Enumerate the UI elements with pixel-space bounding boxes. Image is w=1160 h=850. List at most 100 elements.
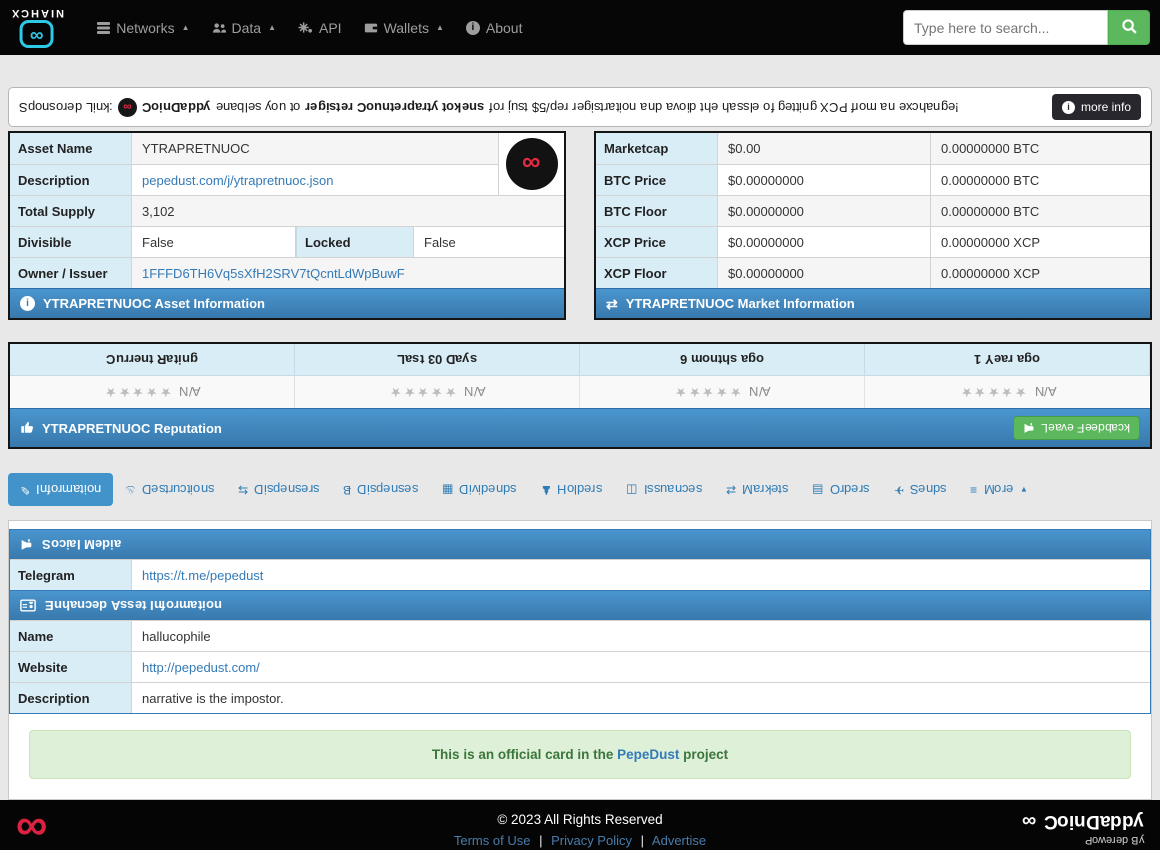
brand-text: XCHAIN [10,7,64,18]
tab-holders[interactable]: ♟Holders [529,473,615,506]
table-row: Divisible False Locked False [10,226,564,257]
bank-icon: ◫ [626,484,637,496]
brand-logo[interactable]: XCHAIN ∞ [10,7,64,48]
more-info-button[interactable]: i more info [1052,94,1141,120]
table-row: XCP Price $0.00000000 0.00000000 XCP [596,226,1150,257]
description-value: narrative is the impostor. [132,683,1150,713]
search-button[interactable] [1108,10,1150,45]
coindaddy-icon: ∞ [522,151,541,177]
tab-information[interactable]: ✎Information [8,473,113,506]
tab-destructions[interactable]: ♨Destructions [113,473,226,506]
usd-value: $0.00 [718,133,931,164]
page: XCHAIN ∞ Networks ▲ Data ▲ API Wallets ▲ [0,0,1160,850]
star-rating-icon: ★★★★★ [103,384,171,399]
users-icon [212,22,226,34]
advertise-link[interactable]: Advertise [652,833,706,848]
thumbs-up-icon [20,420,34,437]
enhanced-info-header: Enhanced Asset Information [10,591,1150,620]
main-content: Sponsored Link: ∞ CoinDaddy enables you … [0,55,1160,800]
nav-item-networks[interactable]: Networks ▲ [86,11,200,45]
search-box [903,10,1150,45]
paperclip-icon: ✎ [20,484,30,496]
terms-of-use-link[interactable]: Terms of Use [454,833,531,848]
official-card-text: This is an official card in the [432,747,614,762]
market-info-panel: Marketcap $0.00 0.00000000 BTC BTC Price… [594,131,1152,320]
usd-value: $0.00000000 [718,165,931,195]
official-card-alert: This is an official card in the PepeDust… [29,730,1131,779]
footer-links: Terms of Use | Privacy Policy | Advertis… [14,833,1146,848]
privacy-policy-link[interactable]: Privacy Policy [551,833,632,848]
social-media-title: Social Media [42,537,121,552]
send-icon: ✈ [894,484,904,496]
tab-sends[interactable]: ✈Sends [882,473,959,506]
row-label: Locked [296,227,414,257]
row-label: XCP Price [596,227,718,257]
list-icon: ≡ [970,484,977,496]
row-label: Asset Name [10,133,132,164]
crypto-value: 0.00000000 BTC [931,196,1150,226]
nav-items: Networks ▲ Data ▲ API Wallets ▲ i About [86,11,533,45]
tab-dispensers[interactable]: ⇆Dispensers [226,473,331,506]
star-rating-icon: ★★★★★ [388,384,456,399]
footer: ∞ © 2023 All Rights Reserved Terms of Us… [0,800,1160,850]
row-label: XCP Floor [596,258,718,288]
sponsored-link[interactable]: register Counterparty tokens [305,100,484,115]
gears-icon [298,21,313,34]
caret-icon: ▲ [436,23,444,32]
market-info-title: YTRAPRETNUOC Market Information [626,296,855,311]
bullhorn-icon [20,538,33,551]
tab-markets[interactable]: ⇄Markets [714,473,800,506]
coindaddy-icon: ∞ [1022,811,1036,831]
tab-dispenses[interactable]: ɃDispenses [331,473,430,506]
tab-issuances[interactable]: ◫Issuances [614,473,714,506]
asset-info-title: YTRAPRETNUOC Asset Information [43,296,265,311]
reputation-cell: ★★★★★N/A [865,376,1150,408]
pepedust-link[interactable]: PepeDust [617,747,679,762]
coindaddy-icon: ∞ [118,98,137,117]
leave-feedback-button[interactable]: Leave Feedback [1013,416,1140,440]
usd-value: $0.00000000 [718,258,931,288]
enhanced-info-title: Enhanced Asset Information [45,598,221,613]
nav-item-data[interactable]: Data ▲ [201,11,288,45]
row-label: Website [10,652,132,682]
social-media-panel: Social Media Telegram https://t.me/peped… [9,529,1151,590]
website-link[interactable]: http://pepedust.com/ [142,660,260,675]
nav-item-about[interactable]: i About [455,11,534,45]
copyright-text: © 2023 All Rights Reserved [14,812,1146,827]
btc-icon: Ƀ [343,484,351,496]
tab-orders[interactable]: ▤Orders [800,473,881,506]
table-row: Marketcap $0.00 0.00000000 BTC [596,133,1150,164]
crypto-value: 0.00000000 BTC [931,133,1150,164]
asset-info-panel: Asset Name YTRAPRETNUOC Description pepe… [8,131,566,320]
table-row: Total Supply 3,102 [10,195,564,226]
nav-label: Wallets [384,20,429,36]
tab-dividends[interactable]: ▦Dividends [430,473,528,506]
owner-address-link[interactable]: 1FFFD6TH6Vq5sXfH2SRV7tQcntLdWpBuwF [142,266,405,281]
more-info-label: more info [1081,100,1131,114]
nav-label: Networks [116,20,174,36]
sponsored-middle: enables you to [216,100,301,115]
row-label: BTC Floor [596,196,718,226]
telegram-value: https://t.me/pepedust [132,560,1150,590]
reputation-header: YTRAPRETNUOC Reputation Leave Feedback [10,408,1150,447]
separator: | [641,833,644,848]
powered-by-block[interactable]: ∞ CoinDaddy Powered By [1022,810,1144,846]
search-input[interactable] [903,10,1108,45]
reputation-column-header: 1 Year ago [865,344,1150,376]
book-icon: ▤ [812,484,823,496]
navbar: XCHAIN ∞ Networks ▲ Data ▲ API Wallets ▲ [0,0,1160,55]
table-row: Description narrative is the impostor. [10,682,1150,713]
sponsored-banner: Sponsored Link: ∞ CoinDaddy enables you … [8,87,1152,127]
description-link[interactable]: pepedust.com/j/ytrapretnuoc.json [142,173,334,188]
caret-icon: ▲ [182,23,190,32]
rating-value: N/A [179,384,201,399]
market-info-header: ⇄ YTRAPRETNUOC Market Information [596,288,1150,318]
nav-item-api[interactable]: API [287,11,353,45]
swap-arrows-icon: ⇆ [238,484,248,496]
nav-item-wallets[interactable]: Wallets ▲ [353,11,455,45]
social-media-header: Social Media [10,530,1150,559]
id-card-icon [20,599,36,612]
tab-more[interactable]: ≡More▼ [958,473,1040,506]
telegram-link[interactable]: https://t.me/pepedust [142,568,263,583]
row-label: BTC Price [596,165,718,195]
